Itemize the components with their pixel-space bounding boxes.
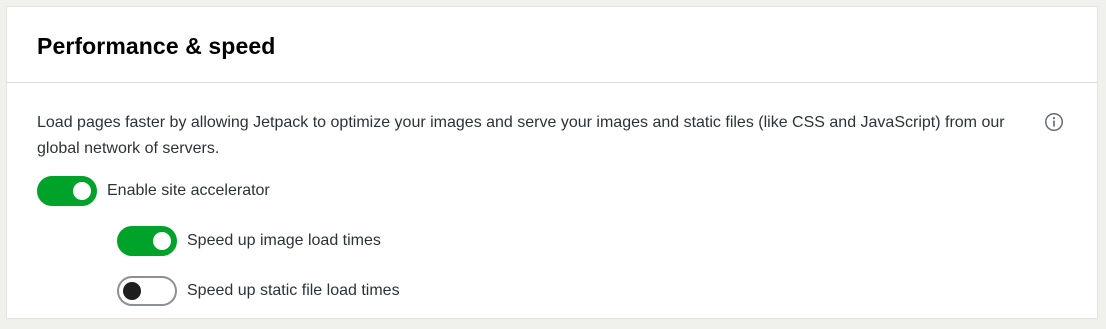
toggle-knob: [153, 232, 171, 250]
site-accelerator-toggle[interactable]: [37, 176, 97, 206]
site-accelerator-label[interactable]: Enable site accelerator: [107, 182, 270, 200]
image-cdn-row: Speed up image load times: [117, 225, 381, 257]
static-cdn-row: Speed up static file load times: [117, 275, 400, 307]
image-cdn-toggle[interactable]: [117, 226, 177, 256]
card-header: Performance & speed: [7, 7, 1097, 83]
info-icon[interactable]: [1043, 111, 1065, 133]
site-accelerator-row: Enable site accelerator: [37, 175, 270, 207]
toggle-knob: [73, 182, 91, 200]
card-title: Performance & speed: [37, 33, 276, 59]
performance-speed-card: Performance & speed Load pages faster by…: [6, 6, 1098, 319]
image-cdn-label[interactable]: Speed up image load times: [187, 232, 381, 250]
card-description: Load pages faster by allowing Jetpack to…: [37, 114, 1005, 157]
static-cdn-label[interactable]: Speed up static file load times: [187, 282, 400, 300]
static-cdn-toggle[interactable]: [117, 276, 177, 306]
toggle-knob: [123, 282, 141, 300]
